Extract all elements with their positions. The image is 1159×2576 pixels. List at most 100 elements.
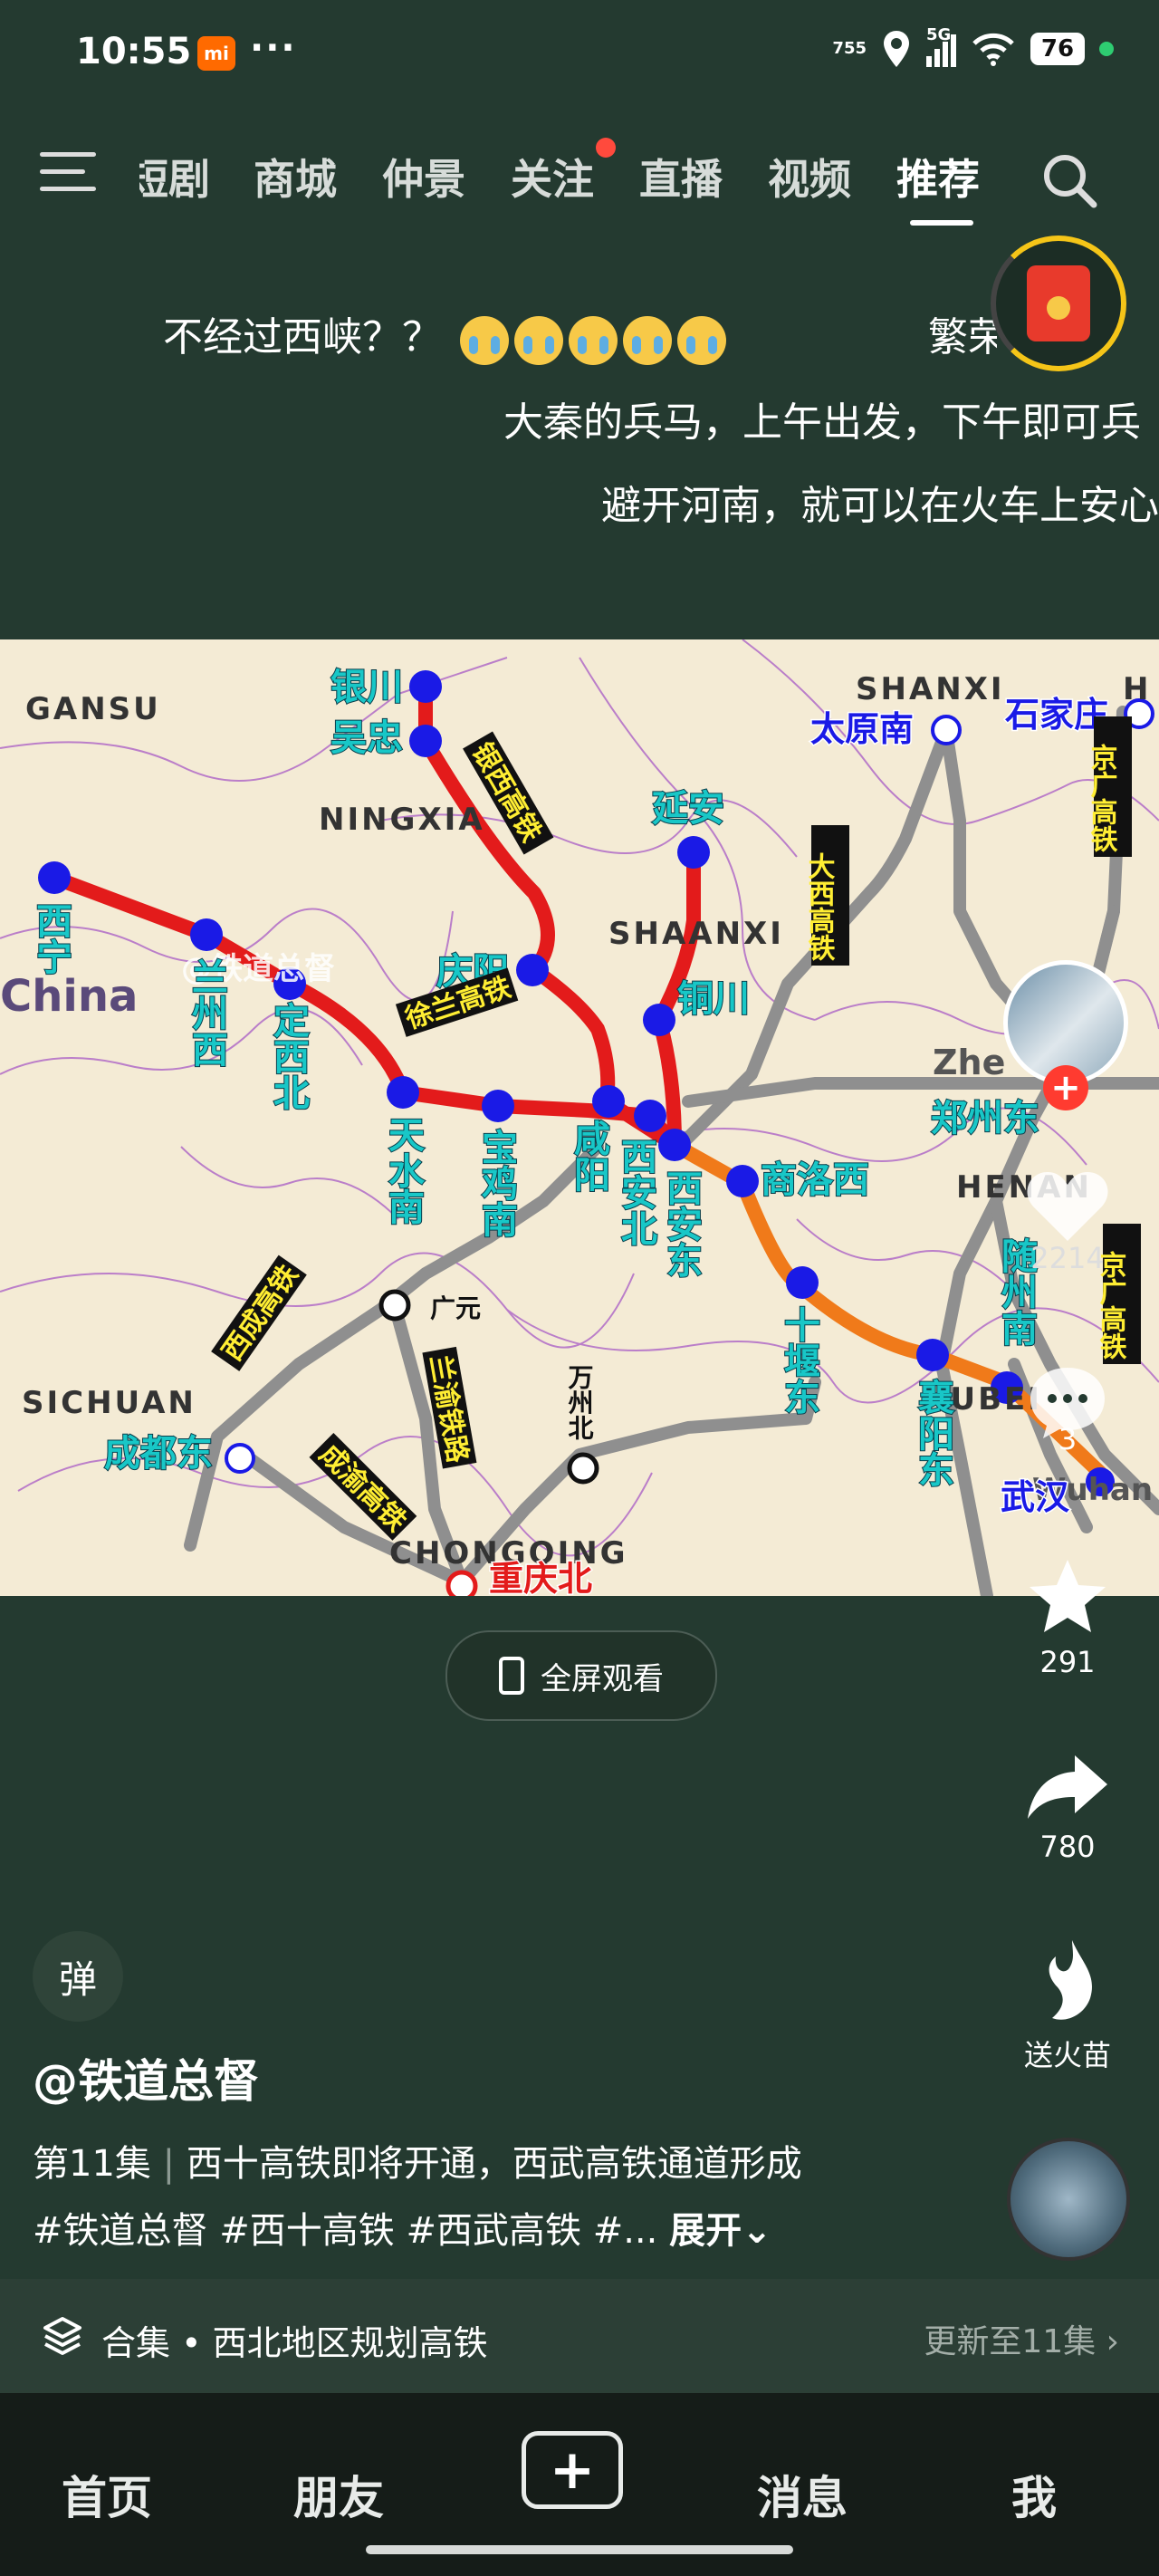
favorite-button[interactable]: 291: [1000, 1556, 1135, 1679]
svg-text:铜川: 铜川: [677, 978, 750, 1020]
star-icon: [1030, 1560, 1106, 1632]
svg-text:西安北: 西安北: [615, 1138, 657, 1246]
signal-icon: 5G: [926, 25, 956, 67]
post-description[interactable]: 第11集 | 西十高铁即将开通，西武高铁通道形成 #铁道总督 #西十高铁 #西武…: [33, 2130, 983, 2264]
author-name[interactable]: @铁道总督: [33, 2045, 259, 2110]
svg-text:京广高铁: 京广高铁: [1086, 743, 1118, 853]
layers-icon: [43, 2317, 81, 2355]
svg-text:西成高铁: 西成高铁: [216, 1260, 304, 1367]
svg-text:H: H: [1123, 671, 1151, 707]
svg-text:NINGXIA: NINGXIA: [319, 802, 485, 838]
fullscreen-label: 全屏观看: [541, 1660, 664, 1697]
svg-text:石家庄: 石家庄: [1005, 695, 1108, 735]
svg-text:SHAANXI: SHAANXI: [608, 916, 784, 952]
nav-friends[interactable]: 朋友: [293, 2462, 384, 2527]
svg-text:定西北: 定西北: [267, 1002, 310, 1110]
menu-icon[interactable]: [40, 152, 96, 199]
svg-text:十堰东: 十堰东: [778, 1306, 820, 1415]
post-title: 西十高铁即将开通，西武高铁通道形成: [186, 2143, 802, 2185]
like-count: 2214: [1030, 1241, 1105, 1275]
music-disc[interactable]: [1007, 2138, 1130, 2261]
status-icons: 755 5G 76: [832, 25, 1114, 69]
danmaku-toggle[interactable]: 弹: [33, 1931, 123, 2022]
tab-video[interactable]: 视频: [768, 147, 851, 207]
plus-icon: +: [549, 2438, 596, 2502]
svg-text:SICHUAN: SICHUAN: [22, 1385, 196, 1421]
svg-text:China: China: [0, 971, 138, 1022]
tab-local[interactable]: 仲景: [382, 147, 465, 207]
nav-home[interactable]: 首页: [62, 2462, 152, 2527]
nav-me[interactable]: 我: [1011, 2462, 1057, 2527]
svg-text:咸阳: 咸阳: [568, 1120, 610, 1192]
svg-text:西宁: 西宁: [30, 902, 72, 975]
svg-text:宝鸡南: 宝鸡南: [475, 1129, 518, 1237]
expand-button[interactable]: 展开⌄: [669, 2210, 772, 2252]
comment-button[interactable]: 3: [1000, 1364, 1135, 1456]
svg-text:GANSU: GANSU: [25, 691, 161, 727]
comment-count: 3: [1058, 1422, 1078, 1456]
home-indicator: [366, 2545, 793, 2554]
favorite-count: 291: [1039, 1645, 1096, 1679]
svg-text:广元: 广元: [430, 1293, 481, 1323]
danmaku-item: 不经过西峡？？: [163, 304, 726, 365]
svg-text:重庆北: 重庆北: [489, 1559, 592, 1596]
wifi-icon: [972, 33, 1014, 66]
hashtags[interactable]: #铁道总督 #西十高铁 #西武高铁 #...: [33, 2210, 657, 2252]
svg-text:郑州东: 郑州东: [931, 1098, 1039, 1139]
nav-messages[interactable]: 消息: [757, 2462, 848, 2527]
location-icon: [884, 31, 909, 67]
fullscreen-button[interactable]: 全屏观看: [445, 1630, 717, 1721]
svg-text:Zhe: Zhe: [933, 1043, 1005, 1082]
chevron-right-icon: ›: [1106, 2323, 1119, 2360]
share-arrow-icon: [1028, 1755, 1107, 1819]
network-speed: 755: [832, 39, 867, 58]
tab-short-drama[interactable]: 短剧: [139, 147, 210, 207]
svg-text:襄阳东: 襄阳东: [912, 1379, 954, 1487]
svg-text:SHANXI: SHANXI: [856, 671, 1005, 707]
chevron-down-icon: ⌄: [742, 2210, 772, 2252]
svg-text:商洛西: 商洛西: [761, 1159, 869, 1201]
heart-icon: [1027, 1172, 1108, 1241]
svg-text:成都东: 成都东: [104, 1433, 213, 1475]
tab-mall[interactable]: 商城: [254, 147, 337, 207]
flame-icon: [1049, 1940, 1092, 2020]
crying-emoji-icon: [455, 315, 726, 365]
tab-following[interactable]: 关注: [511, 147, 594, 207]
signal-label: 5G: [926, 25, 952, 44]
gift-button[interactable]: 送火苗: [1000, 1938, 1135, 2074]
danmaku-item: 大秦的兵马，上午出发，下午即可兵: [503, 399, 1141, 446]
svg-text:万州北: 万州北: [565, 1364, 595, 1440]
notification-dot: [596, 138, 616, 158]
svg-text:吴忠: 吴忠: [330, 717, 403, 759]
share-count: 780: [1039, 1830, 1096, 1864]
svg-text:兰州西: 兰州西: [186, 958, 228, 1067]
gift-label: 送火苗: [1023, 2038, 1111, 2072]
svg-text:天水南: 天水南: [382, 1116, 425, 1225]
railway-map[interactable]: GANSU NINGXIA SHANXI SHAANXI HENAN HUBEI…: [0, 639, 1159, 1596]
svg-text:武汉: 武汉: [1001, 1477, 1070, 1517]
rotate-screen-icon: [499, 1657, 524, 1695]
episode-label: 第11集: [33, 2143, 151, 2185]
mi-app-icon: mi: [197, 36, 235, 71]
svg-text:大西高铁: 大西高铁: [803, 852, 836, 962]
tab-recommend[interactable]: 推荐: [896, 147, 980, 207]
like-button[interactable]: 2214: [1000, 1168, 1135, 1275]
collection-update[interactable]: 更新至11集 ›: [924, 2315, 1119, 2362]
status-time: 10:55: [76, 31, 192, 72]
active-tab-indicator: [910, 220, 973, 226]
create-button[interactable]: +: [522, 2431, 623, 2509]
more-notifications-icon: ···: [250, 27, 297, 69]
svg-text:延安: 延安: [652, 788, 724, 830]
red-packet-icon[interactable]: [991, 235, 1126, 371]
svg-text:西安东: 西安东: [660, 1169, 702, 1278]
svg-text:银川: 银川: [330, 667, 403, 708]
camera-indicator: [1099, 42, 1114, 56]
search-icon[interactable]: [1039, 150, 1099, 210]
tab-live[interactable]: 直播: [639, 147, 723, 207]
follow-button[interactable]: +: [1043, 1065, 1088, 1110]
battery-icon: 76: [1030, 33, 1085, 65]
svg-text:太原南: 太原南: [810, 709, 914, 749]
share-button[interactable]: 780: [1000, 1752, 1135, 1864]
collection-title: 合集 • 西北地区规划高铁: [101, 2323, 488, 2363]
danmaku-item: 避开河南，就可以在火车上安心: [601, 483, 1159, 529]
